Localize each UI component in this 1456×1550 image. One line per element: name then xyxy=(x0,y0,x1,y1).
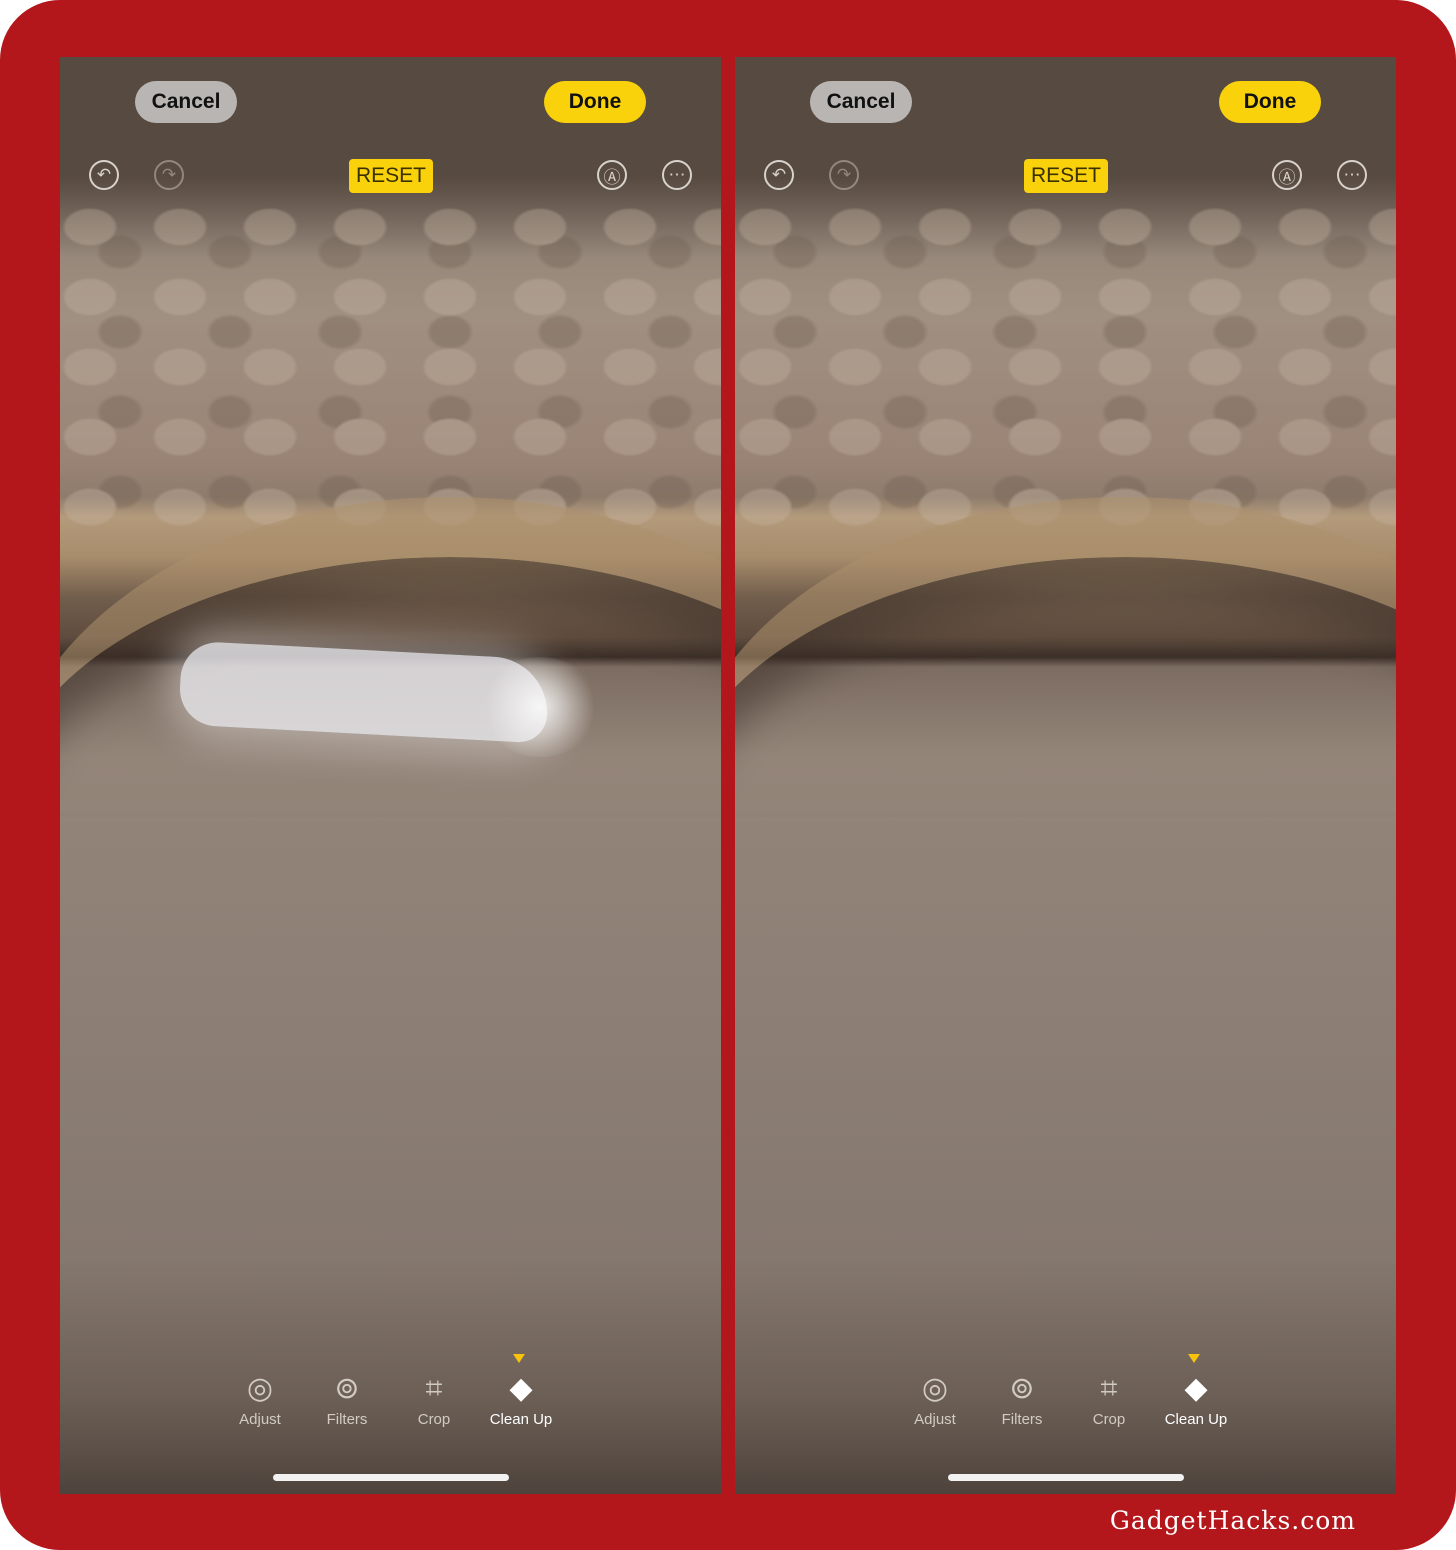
tool-label: Crop xyxy=(417,1411,451,1428)
watermark: GadgetHacks.com xyxy=(1109,1506,1356,1535)
cancel-button[interactable]: Cancel xyxy=(135,81,237,123)
eraser-icon: ◆ xyxy=(1184,1372,1208,1405)
active-indicator xyxy=(513,1354,525,1363)
tool-crop[interactable]: ⌗ Crop xyxy=(1064,1367,1154,1428)
crop-rotate-icon: ⌗ xyxy=(1100,1372,1118,1405)
more-icon[interactable]: ⋯ xyxy=(662,160,692,190)
tool-crop[interactable]: ⌗ Crop xyxy=(389,1367,479,1428)
adjust-dial-icon: ◎ xyxy=(921,1372,949,1405)
undo-icon[interactable]: ↶ xyxy=(89,160,119,190)
markup-icon[interactable]: Ⓐ xyxy=(1272,160,1302,190)
arch xyxy=(735,497,1396,817)
tool-clean-up[interactable]: ◆ Clean Up xyxy=(1151,1354,1241,1428)
markup-icon[interactable]: Ⓐ xyxy=(597,160,627,190)
tool-label: Filters xyxy=(1001,1411,1043,1428)
home-indicator[interactable] xyxy=(273,1474,509,1481)
stone-wall xyxy=(735,197,1396,527)
eraser-icon: ◆ xyxy=(509,1372,533,1405)
tool-label: Adjust xyxy=(239,1411,281,1428)
tool-filters[interactable]: ⊚ Filters xyxy=(302,1367,392,1428)
redo-icon[interactable]: ↷ xyxy=(154,160,184,190)
tool-label: Clean Up xyxy=(1164,1411,1228,1428)
tool-filters[interactable]: ⊚ Filters xyxy=(977,1367,1067,1428)
done-button[interactable]: Done xyxy=(1219,81,1321,123)
tool-clean-up[interactable]: ◆ Clean Up xyxy=(476,1354,566,1428)
redo-icon[interactable]: ↷ xyxy=(829,160,859,190)
filters-circles-icon: ⊚ xyxy=(1009,1372,1035,1405)
filters-circles-icon: ⊚ xyxy=(334,1372,360,1405)
tool-adjust[interactable]: ◎ Adjust xyxy=(890,1367,980,1428)
tool-adjust[interactable]: ◎ Adjust xyxy=(215,1367,305,1428)
crop-rotate-icon: ⌗ xyxy=(425,1372,443,1405)
reset-button[interactable]: RESET xyxy=(1024,159,1108,193)
photo-editor-before: Cancel Done ↶ ↷ RESET Ⓐ ⋯ ◎ Adjust ⊚ Filte… xyxy=(60,57,721,1494)
reset-button[interactable]: RESET xyxy=(349,159,433,193)
active-indicator xyxy=(1188,1354,1200,1363)
undo-icon[interactable]: ↶ xyxy=(764,160,794,190)
light-glare xyxy=(480,657,600,757)
photo-editor-after: Cancel Done ↶ ↷ RESET Ⓐ ⋯ ◎ Adjust ⊚ Filte… xyxy=(735,57,1396,1494)
done-button[interactable]: Done xyxy=(544,81,646,123)
edit-toolbar: ◎ Adjust ⊚ Filters ⌗ Crop ◆ Clean Up xyxy=(895,1354,1255,1447)
tool-label: Filters xyxy=(326,1411,368,1428)
stone-wall xyxy=(60,197,721,527)
home-indicator[interactable] xyxy=(948,1474,1184,1481)
cancel-button[interactable]: Cancel xyxy=(810,81,912,123)
tool-label: Adjust xyxy=(914,1411,956,1428)
edit-toolbar: ◎ Adjust ⊚ Filters ⌗ Crop ◆ Clean Up xyxy=(220,1354,580,1447)
tool-label: Clean Up xyxy=(489,1411,553,1428)
tool-label: Crop xyxy=(1092,1411,1126,1428)
more-icon[interactable]: ⋯ xyxy=(1337,160,1367,190)
adjust-dial-icon: ◎ xyxy=(246,1372,274,1405)
